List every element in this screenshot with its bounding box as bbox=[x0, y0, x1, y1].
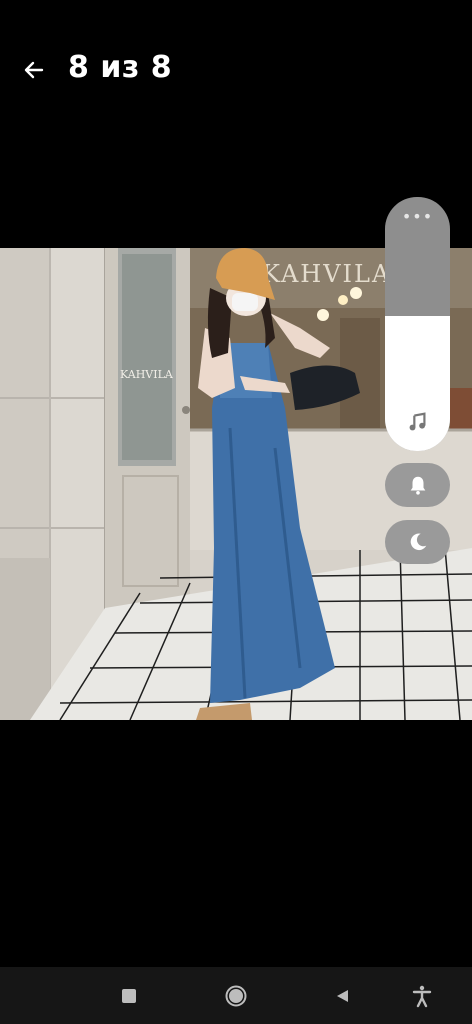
arrow-left-icon bbox=[24, 61, 44, 79]
volume-slider-panel[interactable]: ••• bbox=[385, 197, 450, 451]
system-navigation-bar bbox=[0, 967, 472, 1024]
moon-icon bbox=[410, 533, 426, 551]
image-viewer-screen: 8 из 8 KAHVILA KAHVILA ••• bbox=[0, 0, 472, 1024]
accessibility-icon[interactable] bbox=[409, 983, 435, 1009]
bell-icon bbox=[410, 476, 425, 495]
page-counter-title: 8 из 8 bbox=[68, 50, 173, 85]
do-not-disturb-button[interactable] bbox=[385, 520, 450, 564]
back-button[interactable] bbox=[18, 54, 50, 86]
more-dots-icon[interactable]: ••• bbox=[385, 207, 450, 227]
viewer-header: 8 из 8 bbox=[0, 40, 472, 100]
music-note-icon bbox=[385, 411, 450, 433]
ringer-mode-button[interactable] bbox=[385, 463, 450, 507]
door-sign-text: KAHVILA bbox=[120, 368, 174, 381]
back-triangle-icon[interactable] bbox=[329, 983, 355, 1009]
recents-square-icon[interactable] bbox=[116, 983, 142, 1009]
shop-sign-text: KAHVILA bbox=[262, 260, 391, 288]
home-circle-icon[interactable] bbox=[223, 983, 249, 1009]
